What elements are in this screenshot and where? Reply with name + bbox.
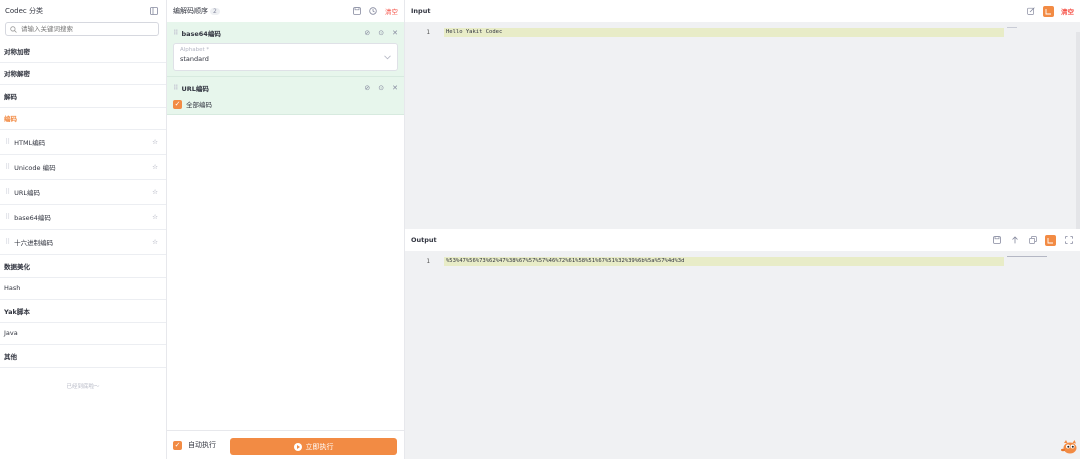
run-footer: ✓ 自动执行 立即执行 (167, 430, 404, 459)
input-header: Input 清空 (405, 0, 1080, 22)
drag-handle-icon[interactable]: ⠿ (5, 238, 10, 246)
alphabet-select[interactable]: Alphabet * standard (173, 43, 398, 71)
fullscreen-icon[interactable] (1063, 235, 1074, 246)
drag-handle-icon[interactable]: ⠿ (5, 163, 10, 171)
line-wrap-icon[interactable] (1043, 5, 1054, 17)
codec-category-panel: Codec 分类 对称加密 对称解密 解码 编码 ⠿ HTML编码 ☆ ⠿ Unic… (0, 0, 167, 459)
order-count-badge: 2 (210, 8, 220, 15)
sub-item-unicode-encode[interactable]: ⠿ Unicode 编码 ☆ (0, 155, 166, 180)
upload-icon[interactable] (1009, 235, 1020, 246)
codec-order-panel: 编解码顺序 2 清空 ⠿ base64编码 ⊘ ⊙ ✕ Alphabet * s… (167, 0, 405, 459)
sub-item-base64-encode[interactable]: ⠿ base64编码 ☆ (0, 205, 166, 230)
checkbox-checked-icon[interactable]: ✓ (173, 99, 182, 109)
step-base64-encode: ⠿ base64编码 ⊘ ⊙ ✕ Alphabet * standard (167, 22, 404, 77)
editor-line: 1 Hello Yakit Codec (405, 28, 1080, 37)
category-java[interactable]: Java (0, 323, 166, 345)
search-icon (10, 25, 17, 33)
line-number: 1 (426, 258, 430, 265)
drag-handle-icon[interactable]: ⠿ (173, 84, 179, 92)
star-icon[interactable]: ☆ (152, 238, 158, 246)
category-symmetric-decrypt[interactable]: 对称解密 (0, 63, 166, 85)
minimap-marker (1007, 27, 1017, 28)
star-icon[interactable]: ☆ (152, 163, 158, 171)
sub-item-label: base64编码 (14, 214, 51, 222)
history-icon[interactable] (369, 7, 377, 15)
clear-order-button[interactable]: 清空 (385, 6, 398, 16)
category-title: Codec 分类 (5, 7, 43, 15)
editor-panel: Input 清空 1 Hello Yakit Codec Output 1 %5… (405, 0, 1080, 459)
category-hash[interactable]: Hash (0, 278, 166, 300)
encode-all-label: 全部编码 (186, 101, 212, 109)
sub-item-url-encode[interactable]: ⠿ URL编码 ☆ (0, 180, 166, 205)
alphabet-value: standard (180, 55, 209, 63)
run-now-label: 立即执行 (305, 443, 334, 451)
output-header: Output (405, 229, 1080, 251)
category-yak-script[interactable]: Yak脚本 (0, 300, 166, 323)
close-icon[interactable]: ✕ (392, 29, 398, 37)
drag-handle-icon[interactable]: ⠿ (5, 188, 10, 196)
step-name: base64编码 (181, 30, 221, 38)
star-icon[interactable]: ☆ (152, 138, 158, 146)
output-text[interactable]: %53%47%56%73%62%47%38%67%57%57%46%72%61%… (444, 257, 1004, 266)
sub-item-label: 十六进制编码 (14, 239, 54, 247)
clear-input-button[interactable]: 清空 (1061, 6, 1074, 16)
output-title: Output (411, 236, 437, 244)
line-wrap-icon[interactable] (1045, 234, 1056, 246)
close-icon[interactable]: ✕ (392, 84, 398, 92)
search-input[interactable] (21, 25, 141, 33)
input-section: Input 清空 1 Hello Yakit Codec (405, 0, 1080, 232)
output-section: Output 1 %53%47%56%73%62%47%38%67%57%57%… (405, 229, 1080, 459)
order-title: 编解码顺序 (173, 7, 208, 15)
editor-line: 1 %53%47%56%73%62%47%38%67%57%57%46%72%6… (405, 257, 1080, 266)
alphabet-label: Alphabet * (180, 47, 210, 53)
play-icon (293, 442, 302, 451)
sub-item-label: HTML编码 (14, 139, 46, 147)
category-symmetric-encrypt[interactable]: 对称加密 (0, 40, 166, 63)
input-text[interactable]: Hello Yakit Codec (444, 28, 1004, 37)
disable-icon[interactable]: ⊘ (364, 29, 370, 37)
star-icon[interactable]: ☆ (152, 188, 158, 196)
sub-item-label: Unicode 编码 (14, 164, 56, 172)
mascot-icon[interactable] (1060, 437, 1078, 455)
list-end-hint: 已经到底啦～ (66, 383, 100, 390)
pause-icon[interactable]: ⊙ (378, 84, 384, 92)
category-decode[interactable]: 解码 (0, 85, 166, 108)
collapse-sidebar-icon[interactable] (150, 7, 158, 15)
step-name: URL编码 (181, 85, 209, 93)
order-header: 编解码顺序 2 清空 (167, 0, 404, 22)
category-header: Codec 分类 (0, 0, 166, 22)
save-output-icon[interactable] (991, 235, 1002, 246)
star-icon[interactable]: ☆ (152, 213, 158, 221)
pause-icon[interactable]: ⊙ (378, 29, 384, 37)
category-encode[interactable]: 编码 (0, 107, 166, 130)
line-number: 1 (426, 29, 430, 36)
edit-icon[interactable] (1025, 6, 1036, 17)
save-icon[interactable] (353, 7, 361, 15)
sub-item-label: URL编码 (14, 189, 41, 197)
chevron-down-icon (384, 54, 391, 62)
minimap-marker (1007, 256, 1047, 257)
sub-item-html-encode[interactable]: ⠿ HTML编码 ☆ (0, 130, 166, 155)
category-other[interactable]: 其他 (0, 345, 166, 368)
input-scrollbar[interactable] (1076, 32, 1080, 232)
drag-handle-icon[interactable]: ⠿ (5, 138, 10, 146)
disable-icon[interactable]: ⊘ (364, 84, 370, 92)
output-editor[interactable]: 1 %53%47%56%73%62%47%38%67%57%57%46%72%6… (405, 251, 1080, 459)
copy-icon[interactable] (1027, 235, 1038, 246)
encode-all-checkbox[interactable]: ✓ 全部编码 (173, 99, 398, 109)
sub-item-hex-encode[interactable]: ⠿ 十六进制编码 ☆ (0, 230, 166, 255)
drag-handle-icon[interactable]: ⠿ (173, 29, 179, 37)
codec-app: Codec 分类 对称加密 对称解密 解码 编码 ⠿ HTML编码 ☆ ⠿ Unic… (0, 0, 1080, 459)
step-url-encode: ⠿ URL编码 ⊘ ⊙ ✕ ✓ 全部编码 (167, 77, 404, 115)
run-now-button[interactable]: 立即执行 (230, 438, 397, 455)
drag-handle-icon[interactable]: ⠿ (5, 213, 10, 221)
input-title: Input (411, 7, 431, 15)
auto-run-label: 自动执行 (188, 441, 216, 449)
auto-run-checkbox[interactable]: ✓ (173, 440, 182, 450)
category-search[interactable] (5, 22, 159, 36)
input-editor[interactable]: 1 Hello Yakit Codec (405, 22, 1080, 232)
category-data-beautify[interactable]: 数据美化 (0, 255, 166, 278)
